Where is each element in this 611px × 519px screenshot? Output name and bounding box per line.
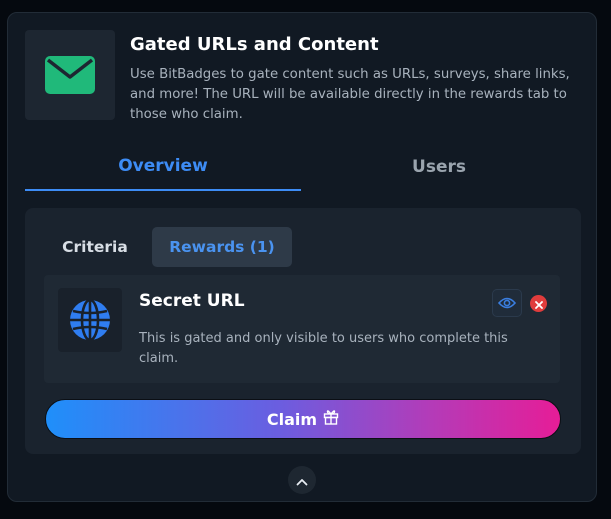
reward-description: This is gated and only visible to users … <box>139 331 508 366</box>
tab-bar: Overview Users <box>25 143 577 191</box>
card-title: Gated URLs and Content <box>130 34 379 55</box>
chevron-up-icon <box>296 471 308 490</box>
subtab-criteria[interactable]: Criteria <box>45 227 145 267</box>
overview-panel: Criteria Rewards (1) Secret URL This is … <box>25 208 581 454</box>
globe-icon <box>58 288 122 352</box>
envelope-icon <box>25 30 115 120</box>
tab-overview[interactable]: Overview <box>25 143 301 191</box>
close-icon <box>534 294 543 313</box>
gift-icon <box>323 409 339 429</box>
claim-label: Claim <box>266 409 318 429</box>
tab-users[interactable]: Users <box>301 143 577 191</box>
card-description: Use BitBadges to gate content such as UR… <box>130 67 570 122</box>
claim-button[interactable]: Claim <box>45 399 561 439</box>
eye-icon <box>497 294 517 313</box>
reward-title: Secret URL <box>139 291 245 311</box>
reward-item: Secret URL This is gated and only visibl… <box>44 275 560 383</box>
remove-reward-button[interactable] <box>530 295 547 312</box>
gated-content-card: Gated URLs and Content Use BitBadges to … <box>7 12 597 502</box>
view-reward-button[interactable] <box>492 289 522 317</box>
subtab-rewards[interactable]: Rewards (1) <box>152 227 292 267</box>
collapse-button[interactable] <box>288 466 316 494</box>
